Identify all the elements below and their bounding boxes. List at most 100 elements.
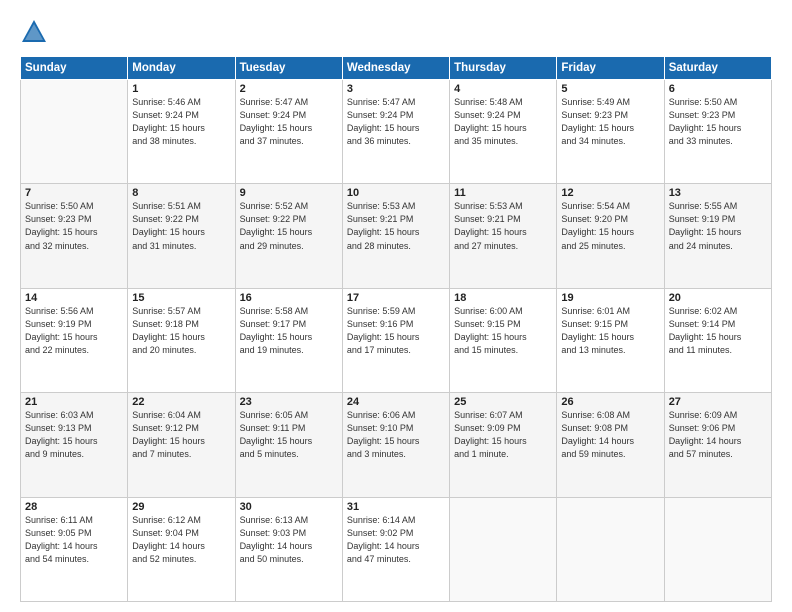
calendar-week-3: 14Sunrise: 5:56 AM Sunset: 9:19 PM Dayli… <box>21 288 772 392</box>
day-info: Sunrise: 5:51 AM Sunset: 9:22 PM Dayligh… <box>132 200 230 252</box>
day-number: 11 <box>454 187 552 199</box>
calendar-header-sunday: Sunday <box>21 57 128 80</box>
day-number: 15 <box>132 292 230 304</box>
calendar-cell: 18Sunrise: 6:00 AM Sunset: 9:15 PM Dayli… <box>450 288 557 392</box>
calendar-cell: 12Sunrise: 5:54 AM Sunset: 9:20 PM Dayli… <box>557 184 664 288</box>
day-number: 17 <box>347 292 445 304</box>
day-number: 21 <box>25 396 123 408</box>
calendar-cell: 22Sunrise: 6:04 AM Sunset: 9:12 PM Dayli… <box>128 393 235 497</box>
calendar-cell: 23Sunrise: 6:05 AM Sunset: 9:11 PM Dayli… <box>235 393 342 497</box>
day-number: 25 <box>454 396 552 408</box>
calendar-cell <box>450 497 557 601</box>
calendar-header-monday: Monday <box>128 57 235 80</box>
day-info: Sunrise: 5:58 AM Sunset: 9:17 PM Dayligh… <box>240 305 338 357</box>
calendar-cell: 5Sunrise: 5:49 AM Sunset: 9:23 PM Daylig… <box>557 80 664 184</box>
day-info: Sunrise: 6:05 AM Sunset: 9:11 PM Dayligh… <box>240 409 338 461</box>
calendar-cell <box>21 80 128 184</box>
day-info: Sunrise: 5:53 AM Sunset: 9:21 PM Dayligh… <box>347 200 445 252</box>
calendar-cell: 25Sunrise: 6:07 AM Sunset: 9:09 PM Dayli… <box>450 393 557 497</box>
calendar-cell: 19Sunrise: 6:01 AM Sunset: 9:15 PM Dayli… <box>557 288 664 392</box>
day-number: 28 <box>25 501 123 513</box>
day-info: Sunrise: 6:12 AM Sunset: 9:04 PM Dayligh… <box>132 514 230 566</box>
day-number: 3 <box>347 83 445 95</box>
day-number: 18 <box>454 292 552 304</box>
day-number: 27 <box>669 396 767 408</box>
day-info: Sunrise: 5:47 AM Sunset: 9:24 PM Dayligh… <box>240 96 338 148</box>
day-info: Sunrise: 6:00 AM Sunset: 9:15 PM Dayligh… <box>454 305 552 357</box>
day-number: 24 <box>347 396 445 408</box>
day-info: Sunrise: 6:09 AM Sunset: 9:06 PM Dayligh… <box>669 409 767 461</box>
day-info: Sunrise: 6:11 AM Sunset: 9:05 PM Dayligh… <box>25 514 123 566</box>
calendar-header-row: SundayMondayTuesdayWednesdayThursdayFrid… <box>21 57 772 80</box>
day-info: Sunrise: 5:46 AM Sunset: 9:24 PM Dayligh… <box>132 96 230 148</box>
day-info: Sunrise: 5:50 AM Sunset: 9:23 PM Dayligh… <box>669 96 767 148</box>
calendar-header-saturday: Saturday <box>664 57 771 80</box>
day-number: 9 <box>240 187 338 199</box>
calendar-week-2: 7Sunrise: 5:50 AM Sunset: 9:23 PM Daylig… <box>21 184 772 288</box>
calendar-header-tuesday: Tuesday <box>235 57 342 80</box>
calendar-cell: 3Sunrise: 5:47 AM Sunset: 9:24 PM Daylig… <box>342 80 449 184</box>
day-info: Sunrise: 6:08 AM Sunset: 9:08 PM Dayligh… <box>561 409 659 461</box>
day-info: Sunrise: 5:57 AM Sunset: 9:18 PM Dayligh… <box>132 305 230 357</box>
day-info: Sunrise: 5:52 AM Sunset: 9:22 PM Dayligh… <box>240 200 338 252</box>
day-number: 22 <box>132 396 230 408</box>
day-info: Sunrise: 6:06 AM Sunset: 9:10 PM Dayligh… <box>347 409 445 461</box>
day-number: 29 <box>132 501 230 513</box>
day-info: Sunrise: 5:53 AM Sunset: 9:21 PM Dayligh… <box>454 200 552 252</box>
calendar-cell: 26Sunrise: 6:08 AM Sunset: 9:08 PM Dayli… <box>557 393 664 497</box>
day-info: Sunrise: 5:55 AM Sunset: 9:19 PM Dayligh… <box>669 200 767 252</box>
day-number: 16 <box>240 292 338 304</box>
day-info: Sunrise: 5:54 AM Sunset: 9:20 PM Dayligh… <box>561 200 659 252</box>
day-info: Sunrise: 6:13 AM Sunset: 9:03 PM Dayligh… <box>240 514 338 566</box>
day-number: 10 <box>347 187 445 199</box>
calendar-cell <box>557 497 664 601</box>
calendar-cell: 2Sunrise: 5:47 AM Sunset: 9:24 PM Daylig… <box>235 80 342 184</box>
day-info: Sunrise: 5:56 AM Sunset: 9:19 PM Dayligh… <box>25 305 123 357</box>
day-number: 30 <box>240 501 338 513</box>
day-number: 8 <box>132 187 230 199</box>
page: SundayMondayTuesdayWednesdayThursdayFrid… <box>0 0 792 612</box>
calendar-cell: 7Sunrise: 5:50 AM Sunset: 9:23 PM Daylig… <box>21 184 128 288</box>
calendar-cell: 6Sunrise: 5:50 AM Sunset: 9:23 PM Daylig… <box>664 80 771 184</box>
calendar-cell: 11Sunrise: 5:53 AM Sunset: 9:21 PM Dayli… <box>450 184 557 288</box>
day-number: 12 <box>561 187 659 199</box>
calendar-cell: 17Sunrise: 5:59 AM Sunset: 9:16 PM Dayli… <box>342 288 449 392</box>
calendar-week-4: 21Sunrise: 6:03 AM Sunset: 9:13 PM Dayli… <box>21 393 772 497</box>
calendar-cell: 29Sunrise: 6:12 AM Sunset: 9:04 PM Dayli… <box>128 497 235 601</box>
calendar-cell: 28Sunrise: 6:11 AM Sunset: 9:05 PM Dayli… <box>21 497 128 601</box>
calendar-cell: 4Sunrise: 5:48 AM Sunset: 9:24 PM Daylig… <box>450 80 557 184</box>
calendar: SundayMondayTuesdayWednesdayThursdayFrid… <box>20 56 772 602</box>
day-number: 7 <box>25 187 123 199</box>
day-info: Sunrise: 5:48 AM Sunset: 9:24 PM Dayligh… <box>454 96 552 148</box>
calendar-cell: 13Sunrise: 5:55 AM Sunset: 9:19 PM Dayli… <box>664 184 771 288</box>
day-info: Sunrise: 6:07 AM Sunset: 9:09 PM Dayligh… <box>454 409 552 461</box>
calendar-cell: 15Sunrise: 5:57 AM Sunset: 9:18 PM Dayli… <box>128 288 235 392</box>
day-number: 14 <box>25 292 123 304</box>
day-number: 19 <box>561 292 659 304</box>
calendar-cell: 8Sunrise: 5:51 AM Sunset: 9:22 PM Daylig… <box>128 184 235 288</box>
day-info: Sunrise: 6:03 AM Sunset: 9:13 PM Dayligh… <box>25 409 123 461</box>
calendar-header-friday: Friday <box>557 57 664 80</box>
day-info: Sunrise: 5:50 AM Sunset: 9:23 PM Dayligh… <box>25 200 123 252</box>
calendar-header-thursday: Thursday <box>450 57 557 80</box>
day-number: 1 <box>132 83 230 95</box>
header <box>20 18 772 46</box>
logo-icon <box>20 18 48 46</box>
calendar-cell: 10Sunrise: 5:53 AM Sunset: 9:21 PM Dayli… <box>342 184 449 288</box>
day-number: 5 <box>561 83 659 95</box>
day-number: 20 <box>669 292 767 304</box>
day-number: 6 <box>669 83 767 95</box>
calendar-cell: 9Sunrise: 5:52 AM Sunset: 9:22 PM Daylig… <box>235 184 342 288</box>
calendar-week-5: 28Sunrise: 6:11 AM Sunset: 9:05 PM Dayli… <box>21 497 772 601</box>
day-info: Sunrise: 5:49 AM Sunset: 9:23 PM Dayligh… <box>561 96 659 148</box>
calendar-cell: 20Sunrise: 6:02 AM Sunset: 9:14 PM Dayli… <box>664 288 771 392</box>
logo <box>20 18 52 46</box>
day-info: Sunrise: 6:01 AM Sunset: 9:15 PM Dayligh… <box>561 305 659 357</box>
calendar-header-wednesday: Wednesday <box>342 57 449 80</box>
calendar-cell: 1Sunrise: 5:46 AM Sunset: 9:24 PM Daylig… <box>128 80 235 184</box>
day-number: 23 <box>240 396 338 408</box>
day-info: Sunrise: 6:14 AM Sunset: 9:02 PM Dayligh… <box>347 514 445 566</box>
calendar-week-1: 1Sunrise: 5:46 AM Sunset: 9:24 PM Daylig… <box>21 80 772 184</box>
calendar-cell: 24Sunrise: 6:06 AM Sunset: 9:10 PM Dayli… <box>342 393 449 497</box>
day-info: Sunrise: 5:47 AM Sunset: 9:24 PM Dayligh… <box>347 96 445 148</box>
